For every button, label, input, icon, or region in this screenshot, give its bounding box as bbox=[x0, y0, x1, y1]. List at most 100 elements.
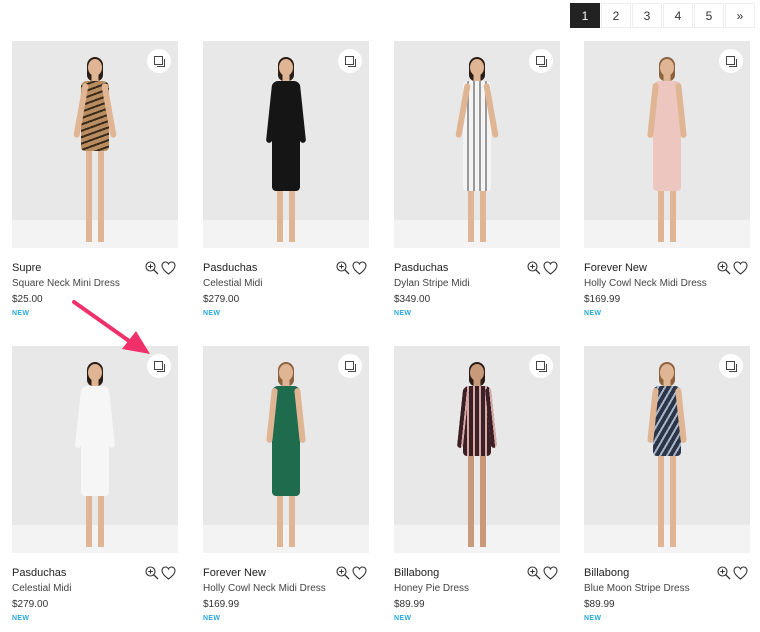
new-badge: NEW bbox=[12, 615, 30, 622]
product-price: $25.00 bbox=[12, 294, 43, 305]
product-image[interactable] bbox=[203, 346, 369, 553]
product-price: $169.99 bbox=[584, 294, 621, 305]
quick-view-button[interactable] bbox=[338, 354, 362, 378]
quick-view-button[interactable] bbox=[147, 354, 171, 378]
quick-view-button[interactable] bbox=[529, 354, 553, 378]
quick-view-icon bbox=[154, 56, 165, 67]
heart-icon[interactable] bbox=[161, 566, 176, 580]
model-figure bbox=[65, 362, 125, 547]
product-name[interactable]: Honey Pie Dress bbox=[394, 583, 469, 594]
product-info: Pasduchas Celestial Midi $279.00 NEW bbox=[12, 553, 178, 623]
product-image[interactable] bbox=[12, 346, 178, 553]
model-figure bbox=[637, 362, 697, 547]
zoom-in-icon[interactable] bbox=[717, 566, 731, 580]
product-price: $89.99 bbox=[584, 599, 615, 610]
zoom-in-icon[interactable] bbox=[145, 566, 159, 580]
new-badge: NEW bbox=[12, 310, 30, 317]
quick-view-icon bbox=[726, 361, 737, 372]
model-figure bbox=[447, 362, 507, 547]
zoom-in-icon[interactable] bbox=[717, 261, 731, 275]
product-name[interactable]: Celestial Midi bbox=[12, 583, 71, 594]
new-badge: NEW bbox=[584, 615, 602, 622]
product-card[interactable]: Forever New Holly Cowl Neck Midi Dress $… bbox=[203, 346, 369, 623]
product-image[interactable] bbox=[584, 41, 750, 248]
next-page-button[interactable]: » bbox=[725, 3, 755, 28]
heart-icon[interactable] bbox=[352, 261, 367, 275]
product-card[interactable]: Billabong Honey Pie Dress $89.99 NEW bbox=[394, 346, 560, 623]
quick-view-button[interactable] bbox=[338, 49, 362, 73]
product-name[interactable]: Square Neck Mini Dress bbox=[12, 278, 120, 289]
zoom-in-icon[interactable] bbox=[336, 566, 350, 580]
page-3-button[interactable]: 3 bbox=[632, 3, 662, 28]
heart-icon[interactable] bbox=[543, 566, 558, 580]
product-name[interactable]: Celestial Midi bbox=[203, 278, 262, 289]
zoom-in-icon[interactable] bbox=[527, 261, 541, 275]
new-badge: NEW bbox=[394, 310, 412, 317]
product-actions bbox=[527, 261, 558, 275]
product-price: $169.99 bbox=[203, 599, 240, 610]
product-price: $89.99 bbox=[394, 599, 425, 610]
product-price: $349.00 bbox=[394, 294, 431, 305]
product-brand[interactable]: Forever New bbox=[584, 262, 647, 274]
product-image[interactable] bbox=[12, 41, 178, 248]
heart-icon[interactable] bbox=[543, 261, 558, 275]
product-info: Supre Square Neck Mini Dress $25.00 NEW bbox=[12, 248, 178, 318]
product-card[interactable]: Billabong Blue Moon Stripe Dress $89.99 … bbox=[584, 346, 750, 623]
product-image[interactable] bbox=[584, 346, 750, 553]
quick-view-button[interactable] bbox=[719, 354, 743, 378]
heart-icon[interactable] bbox=[161, 261, 176, 275]
zoom-in-icon[interactable] bbox=[145, 261, 159, 275]
product-price: $279.00 bbox=[203, 294, 240, 305]
product-name[interactable]: Dylan Stripe Midi bbox=[394, 278, 470, 289]
quick-view-button[interactable] bbox=[529, 49, 553, 73]
pagination: 1 2 3 4 5 » bbox=[569, 3, 755, 28]
new-badge: NEW bbox=[394, 615, 412, 622]
product-brand[interactable]: Pasduchas bbox=[203, 262, 257, 274]
product-image[interactable] bbox=[394, 346, 560, 553]
new-badge: NEW bbox=[584, 310, 602, 317]
zoom-in-icon[interactable] bbox=[336, 261, 350, 275]
product-brand[interactable]: Billabong bbox=[394, 567, 439, 579]
quick-view-button[interactable] bbox=[147, 49, 171, 73]
quick-view-button[interactable] bbox=[719, 49, 743, 73]
product-brand[interactable]: Forever New bbox=[203, 567, 266, 579]
model-figure bbox=[65, 57, 125, 242]
product-card[interactable]: Pasduchas Celestial Midi $279.00 NEW bbox=[203, 41, 369, 318]
new-badge: NEW bbox=[203, 615, 221, 622]
page-1-button[interactable]: 1 bbox=[570, 3, 600, 28]
product-info: Billabong Blue Moon Stripe Dress $89.99 … bbox=[584, 553, 750, 623]
heart-icon[interactable] bbox=[733, 566, 748, 580]
product-image[interactable] bbox=[394, 41, 560, 248]
page-4-button[interactable]: 4 bbox=[663, 3, 693, 28]
product-actions bbox=[336, 566, 367, 580]
quick-view-icon bbox=[154, 361, 165, 372]
model-figure bbox=[447, 57, 507, 242]
heart-icon[interactable] bbox=[733, 261, 748, 275]
product-brand[interactable]: Billabong bbox=[584, 567, 629, 579]
product-name[interactable]: Holly Cowl Neck Midi Dress bbox=[203, 583, 326, 594]
product-card[interactable]: Pasduchas Celestial Midi $279.00 NEW bbox=[12, 346, 178, 623]
product-name[interactable]: Blue Moon Stripe Dress bbox=[584, 583, 690, 594]
page-5-button[interactable]: 5 bbox=[694, 3, 724, 28]
product-brand[interactable]: Pasduchas bbox=[12, 567, 66, 579]
new-badge: NEW bbox=[203, 310, 221, 317]
product-brand[interactable]: Pasduchas bbox=[394, 262, 448, 274]
product-price: $279.00 bbox=[12, 599, 49, 610]
quick-view-icon bbox=[536, 361, 547, 372]
product-card[interactable]: Forever New Holly Cowl Neck Midi Dress $… bbox=[584, 41, 750, 318]
product-actions bbox=[145, 261, 176, 275]
product-actions bbox=[527, 566, 558, 580]
product-actions bbox=[717, 566, 748, 580]
product-actions bbox=[717, 261, 748, 275]
product-info: Pasduchas Celestial Midi $279.00 NEW bbox=[203, 248, 369, 318]
product-actions bbox=[336, 261, 367, 275]
heart-icon[interactable] bbox=[352, 566, 367, 580]
zoom-in-icon[interactable] bbox=[527, 566, 541, 580]
product-card[interactable]: Pasduchas Dylan Stripe Midi $349.00 NEW bbox=[394, 41, 560, 318]
model-figure bbox=[637, 57, 697, 242]
product-image[interactable] bbox=[203, 41, 369, 248]
product-card[interactable]: Supre Square Neck Mini Dress $25.00 NEW bbox=[12, 41, 178, 318]
page-2-button[interactable]: 2 bbox=[601, 3, 631, 28]
product-brand[interactable]: Supre bbox=[12, 262, 41, 274]
product-name[interactable]: Holly Cowl Neck Midi Dress bbox=[584, 278, 707, 289]
